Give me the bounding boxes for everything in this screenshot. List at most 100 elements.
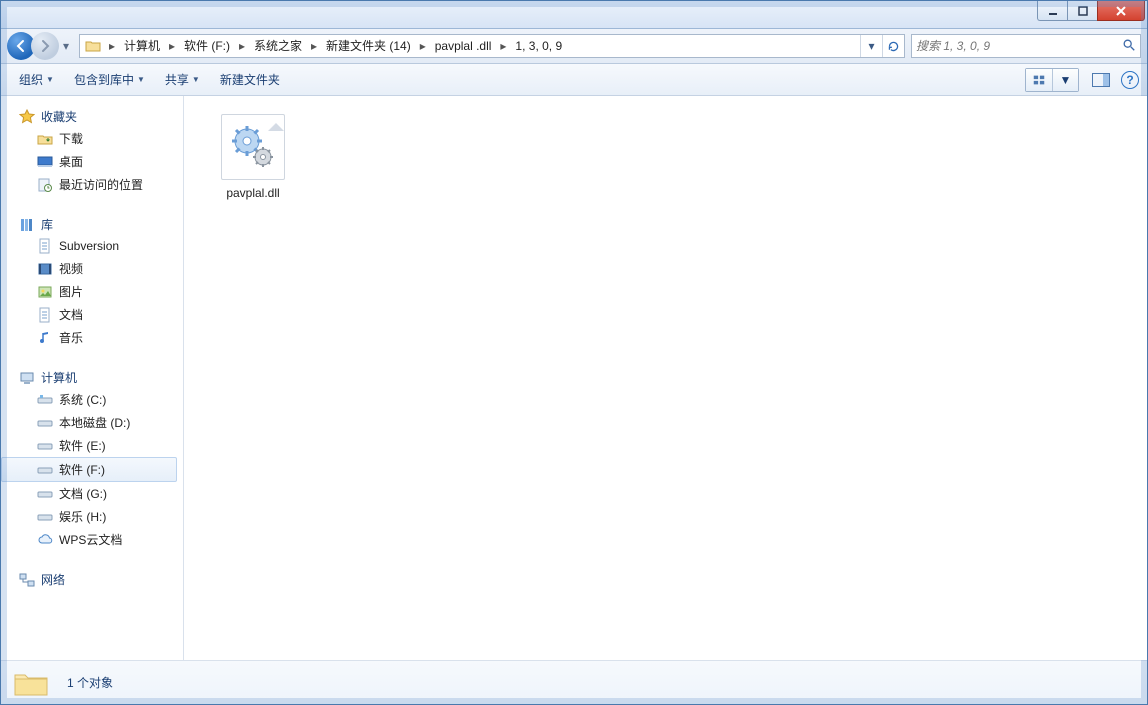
film-icon bbox=[37, 261, 53, 277]
drive-icon bbox=[37, 392, 53, 408]
forward-button[interactable] bbox=[31, 32, 59, 60]
sidebar-item-drive-f[interactable]: 软件 (F:) bbox=[1, 457, 177, 482]
minimize-button[interactable] bbox=[1037, 1, 1067, 21]
sidebar-item-label: 本地磁盘 (D:) bbox=[59, 414, 130, 431]
view-mode-button[interactable] bbox=[1026, 69, 1052, 91]
chevron-right-icon[interactable]: ▸ bbox=[497, 39, 509, 53]
sidebar-header-label: 库 bbox=[41, 216, 53, 233]
sidebar-item-label: Subversion bbox=[59, 239, 119, 253]
new-folder-button[interactable]: 新建文件夹 bbox=[210, 64, 290, 96]
maximize-button[interactable] bbox=[1067, 1, 1097, 21]
drive-icon bbox=[37, 438, 53, 454]
breadcrumb-item[interactable]: 系统之家▸ bbox=[248, 35, 320, 57]
sidebar-item-drive-c[interactable]: 系统 (C:) bbox=[1, 388, 183, 411]
download-icon bbox=[37, 131, 53, 147]
search-icon bbox=[1122, 38, 1136, 55]
sidebar-item-label: 文档 (G:) bbox=[59, 485, 107, 502]
computer-icon bbox=[19, 370, 35, 386]
drive-icon bbox=[37, 462, 53, 478]
organize-button[interactable]: 组织▼ bbox=[9, 64, 64, 96]
toolbar-label: 共享 bbox=[165, 71, 189, 88]
sidebar-item-label: 音乐 bbox=[59, 329, 83, 346]
sidebar-item-label: 文档 bbox=[59, 306, 83, 323]
sidebar-item-videos[interactable]: 视频 bbox=[1, 257, 183, 280]
sidebar-item-desktop[interactable]: 桌面 bbox=[1, 150, 183, 173]
breadcrumb-label: pavplal .dll bbox=[429, 35, 498, 57]
sidebar-item-downloads[interactable]: 下载 bbox=[1, 127, 183, 150]
breadcrumb-item[interactable]: pavplal .dll▸ bbox=[429, 35, 510, 57]
toolbar-label: 组织 bbox=[19, 71, 43, 88]
close-button[interactable] bbox=[1097, 1, 1145, 21]
breadcrumb-item[interactable]: 计算机▸ bbox=[118, 35, 178, 57]
breadcrumb-item[interactable]: 软件 (F:)▸ bbox=[178, 35, 248, 57]
sidebar-header-label: 网络 bbox=[41, 571, 65, 588]
navigation-row: ▾ ▸ 计算机▸ 软件 (F:)▸ 系统之家▸ 新建文件夹 (14)▸ pavp… bbox=[1, 29, 1147, 64]
sidebar-section-libraries: 库 Subversion 视频 图片 文档 音乐 bbox=[1, 214, 183, 349]
cloud-icon bbox=[37, 532, 53, 548]
sidebar-item-music[interactable]: 音乐 bbox=[1, 326, 183, 349]
content-pane[interactable]: pavplal.dll bbox=[184, 96, 1147, 660]
file-label: pavplal.dll bbox=[226, 186, 279, 200]
sidebar-item-label: 桌面 bbox=[59, 153, 83, 170]
refresh-button[interactable] bbox=[882, 35, 904, 57]
status-text: 1 个对象 bbox=[67, 674, 113, 691]
toolbar-label: 新建文件夹 bbox=[220, 71, 280, 88]
sidebar-item-label: 图片 bbox=[59, 283, 83, 300]
sidebar-item-label: 娱乐 (H:) bbox=[59, 508, 106, 525]
toolbar: 组织▼ 包含到库中▼ 共享▼ 新建文件夹 ▼ ? bbox=[1, 64, 1147, 96]
view-mode-group: ▼ bbox=[1025, 68, 1079, 92]
dll-file-icon bbox=[221, 114, 285, 180]
sidebar-item-drive-d[interactable]: 本地磁盘 (D:) bbox=[1, 411, 183, 434]
sidebar-item-pictures[interactable]: 图片 bbox=[1, 280, 183, 303]
chevron-right-icon[interactable]: ▸ bbox=[236, 39, 248, 53]
sidebar-section-favorites: 收藏夹 下载 桌面 最近访问的位置 bbox=[1, 106, 183, 196]
sidebar-item-subversion[interactable]: Subversion bbox=[1, 235, 183, 257]
preview-pane-button[interactable] bbox=[1087, 68, 1115, 92]
sidebar-item-drive-e[interactable]: 软件 (E:) bbox=[1, 434, 183, 457]
drive-icon bbox=[37, 415, 53, 431]
sidebar-item-label: WPS云文档 bbox=[59, 531, 122, 548]
star-icon bbox=[19, 109, 35, 125]
chevron-right-icon[interactable]: ▸ bbox=[308, 39, 320, 53]
sidebar-item-label: 下载 bbox=[59, 130, 83, 147]
sidebar-header-libraries[interactable]: 库 bbox=[1, 214, 183, 235]
address-bar[interactable]: ▸ 计算机▸ 软件 (F:)▸ 系统之家▸ 新建文件夹 (14)▸ pavpla… bbox=[79, 34, 905, 58]
sidebar: 收藏夹 下载 桌面 最近访问的位置 库 Subversion 视频 图片 文档 … bbox=[1, 96, 184, 660]
breadcrumb-label: 软件 (F:) bbox=[178, 35, 236, 57]
chevron-right-icon[interactable]: ▸ bbox=[106, 39, 118, 53]
view-mode-dropdown[interactable]: ▼ bbox=[1052, 69, 1078, 91]
sidebar-section-computer: 计算机 系统 (C:) 本地磁盘 (D:) 软件 (E:) 软件 (F:) 文档… bbox=[1, 367, 183, 551]
address-dropdown[interactable]: ▾ bbox=[860, 35, 882, 57]
include-in-library-button[interactable]: 包含到库中▼ bbox=[64, 64, 155, 96]
folder-icon bbox=[13, 667, 49, 699]
sidebar-item-drive-g[interactable]: 文档 (G:) bbox=[1, 482, 183, 505]
sidebar-header-network[interactable]: 网络 bbox=[1, 569, 183, 590]
sidebar-item-wps-cloud[interactable]: WPS云文档 bbox=[1, 528, 183, 551]
drive-icon bbox=[37, 509, 53, 525]
toolbar-label: 包含到库中 bbox=[74, 71, 134, 88]
search-input[interactable] bbox=[916, 39, 1122, 53]
sidebar-header-computer[interactable]: 计算机 bbox=[1, 367, 183, 388]
sidebar-item-drive-h[interactable]: 娱乐 (H:) bbox=[1, 505, 183, 528]
sidebar-header-label: 计算机 bbox=[41, 369, 77, 386]
sidebar-item-recent[interactable]: 最近访问的位置 bbox=[1, 173, 183, 196]
share-button[interactable]: 共享▼ bbox=[155, 64, 210, 96]
sidebar-item-documents[interactable]: 文档 bbox=[1, 303, 183, 326]
sidebar-item-label: 软件 (E:) bbox=[59, 437, 106, 454]
search-box[interactable] bbox=[911, 34, 1141, 58]
titlebar bbox=[1, 1, 1147, 29]
chevron-right-icon[interactable]: ▸ bbox=[417, 39, 429, 53]
help-button[interactable]: ? bbox=[1121, 71, 1139, 89]
sidebar-header-favorites[interactable]: 收藏夹 bbox=[1, 106, 183, 127]
file-item[interactable]: pavplal.dll bbox=[208, 114, 298, 200]
sidebar-item-label: 软件 (F:) bbox=[59, 461, 105, 478]
chevron-right-icon[interactable]: ▸ bbox=[166, 39, 178, 53]
recent-icon bbox=[37, 177, 53, 193]
breadcrumb-item[interactable]: 新建文件夹 (14)▸ bbox=[320, 35, 429, 57]
status-bar: 1 个对象 bbox=[1, 660, 1147, 704]
sidebar-item-label: 视频 bbox=[59, 260, 83, 277]
sidebar-item-label: 系统 (C:) bbox=[59, 391, 106, 408]
breadcrumb-label: 计算机 bbox=[118, 35, 166, 57]
breadcrumb-item[interactable]: 1, 3, 0, 9 bbox=[509, 35, 568, 57]
history-dropdown[interactable]: ▾ bbox=[59, 36, 73, 56]
